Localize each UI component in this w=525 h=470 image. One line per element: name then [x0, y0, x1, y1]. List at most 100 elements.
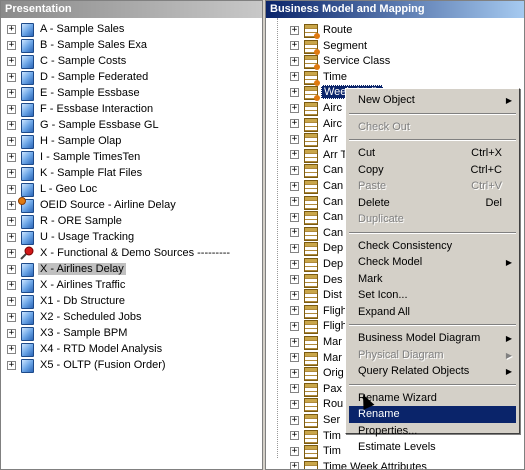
expand-icon[interactable]: +	[7, 152, 16, 162]
expand-icon[interactable]: +	[7, 56, 16, 66]
expand-icon[interactable]: +	[7, 248, 16, 258]
expand-icon[interactable]: +	[290, 212, 299, 222]
business-model-item[interactable]: + Fligh	[290, 303, 349, 319]
expand-icon[interactable]: +	[290, 150, 299, 160]
business-model-item[interactable]: + Airc	[290, 116, 344, 132]
presentation-item[interactable]: + F - Essbase Interaction	[7, 101, 155, 118]
expand-icon[interactable]: +	[290, 353, 299, 363]
business-model-item[interactable]: + Dep	[290, 256, 345, 273]
expand-icon[interactable]: +	[7, 296, 16, 306]
expand-icon[interactable]: +	[290, 306, 299, 316]
expand-icon[interactable]: +	[7, 280, 16, 290]
expand-icon[interactable]: +	[290, 72, 299, 82]
business-model-item[interactable]: + Rou	[290, 396, 345, 413]
business-model-item[interactable]: + Service Class	[290, 53, 392, 71]
presentation-item[interactable]: + K - Sample Flat Files	[7, 165, 144, 182]
expand-icon[interactable]: +	[7, 216, 16, 226]
business-model-item[interactable]: + Mar	[290, 334, 344, 351]
expand-icon[interactable]: +	[290, 431, 299, 441]
expand-icon[interactable]: +	[290, 368, 299, 378]
menu-item-cut[interactable]: Cut Ctrl+X	[349, 145, 516, 162]
expand-icon[interactable]: +	[290, 134, 299, 144]
presentation-item[interactable]: + X3 - Sample BPM	[7, 325, 129, 342]
menu-item-delete[interactable]: Delete Del	[349, 195, 516, 212]
expand-icon[interactable]: +	[290, 181, 299, 191]
expand-icon[interactable]: +	[290, 399, 299, 409]
expand-icon[interactable]: +	[290, 259, 299, 269]
presentation-item[interactable]: + R - ORE Sample	[7, 213, 124, 230]
expand-icon[interactable]: +	[7, 184, 16, 194]
expand-icon[interactable]: +	[7, 40, 16, 50]
business-model-item[interactable]: + Can	[290, 209, 345, 226]
business-model-item[interactable]: + Route	[290, 22, 354, 40]
presentation-item[interactable]: + X5 - OLTP (Fusion Order)	[7, 357, 168, 374]
business-model-item[interactable]: + Can	[290, 225, 345, 241]
business-model-item[interactable]: + Ser	[290, 412, 342, 429]
expand-icon[interactable]: +	[290, 275, 299, 285]
presentation-item[interactable]: + X1 - Db Structure	[7, 293, 127, 310]
presentation-item[interactable]: + A - Sample Sales	[7, 21, 126, 38]
expand-icon[interactable]: +	[7, 328, 16, 338]
business-model-item[interactable]: + Arr T	[290, 147, 349, 163]
business-model-item[interactable]: + Time	[290, 69, 349, 86]
expand-icon[interactable]: +	[290, 56, 299, 66]
expand-icon[interactable]: +	[290, 446, 299, 456]
expand-icon[interactable]: +	[290, 337, 299, 347]
expand-icon[interactable]: +	[290, 290, 299, 300]
presentation-item[interactable]: + X - Airlines Traffic	[7, 277, 127, 294]
expand-icon[interactable]: +	[7, 360, 16, 370]
menu-item-query-related-objects[interactable]: Query Related Objects ▶	[349, 363, 516, 380]
presentation-item[interactable]: + L - Geo Loc	[7, 181, 99, 198]
expand-icon[interactable]: +	[7, 200, 16, 210]
expand-icon[interactable]: +	[290, 25, 299, 35]
expand-icon[interactable]: +	[290, 462, 299, 469]
expand-icon[interactable]: +	[290, 384, 299, 394]
business-model-item[interactable]: + Dep	[290, 240, 345, 257]
expand-icon[interactable]: +	[7, 136, 16, 146]
expand-icon[interactable]: +	[290, 228, 299, 238]
expand-icon[interactable]: +	[290, 41, 299, 51]
menu-item-check-consistency[interactable]: Check Consistency	[349, 238, 516, 255]
expand-icon[interactable]: +	[7, 344, 16, 354]
business-model-item[interactable]: + Orig	[290, 365, 346, 382]
menu-item-copy[interactable]: Copy Ctrl+C	[349, 162, 516, 179]
presentation-item[interactable]: + U - Usage Tracking	[7, 229, 136, 246]
business-model-item[interactable]: + Dist	[290, 287, 344, 304]
expand-icon[interactable]: +	[290, 119, 299, 129]
presentation-item[interactable]: + OEID Source - Airline Delay	[7, 197, 178, 214]
business-model-item[interactable]: + Pax	[290, 381, 344, 397]
expand-icon[interactable]: +	[7, 168, 16, 178]
expand-icon[interactable]: +	[290, 197, 299, 207]
menu-item-check-model[interactable]: Check Model ▶	[349, 254, 516, 271]
business-model-item[interactable]: + Can	[290, 162, 345, 179]
expand-icon[interactable]: +	[7, 120, 16, 130]
expand-icon[interactable]: +	[7, 24, 16, 34]
business-model-item[interactable]: + Can	[290, 194, 345, 210]
menu-item-set-icon[interactable]: Set Icon...	[349, 287, 516, 304]
presentation-item[interactable]: + D - Sample Federated	[7, 69, 150, 86]
expand-icon[interactable]: +	[7, 264, 16, 274]
menu-item-mark[interactable]: Mark	[349, 271, 516, 288]
expand-icon[interactable]: +	[290, 103, 299, 113]
presentation-item[interactable]: + H - Sample Olap	[7, 133, 123, 150]
business-model-item[interactable]: + Tim	[290, 428, 343, 444]
presentation-item[interactable]: + X4 - RTD Model Analysis	[7, 341, 164, 358]
business-model-item[interactable]: + Airc	[290, 100, 344, 117]
expand-icon[interactable]: +	[290, 243, 299, 253]
business-model-item[interactable]: + Mar	[290, 350, 344, 366]
expand-icon[interactable]: +	[7, 104, 16, 114]
expand-icon[interactable]: +	[290, 321, 299, 331]
expand-icon[interactable]: +	[290, 165, 299, 175]
menu-item-business-model-diagram[interactable]: Business Model Diagram ▶	[349, 330, 516, 347]
presentation-item[interactable]: + X - Airlines Delay	[7, 261, 126, 278]
menu-item-estimate-levels[interactable]: Estimate Levels	[349, 439, 516, 456]
business-model-item[interactable]: + Arr	[290, 131, 340, 148]
presentation-item[interactable]: + E - Sample Essbase	[7, 85, 142, 102]
expand-icon[interactable]: +	[290, 415, 299, 425]
expand-icon[interactable]: +	[7, 232, 16, 242]
expand-icon[interactable]: +	[290, 87, 299, 97]
presentation-item[interactable]: + B - Sample Sales Exa	[7, 37, 149, 54]
menu-item-rename[interactable]: Rename	[349, 406, 516, 423]
expand-icon[interactable]: +	[7, 88, 16, 98]
business-model-item[interactable]: + Segment	[290, 38, 369, 55]
